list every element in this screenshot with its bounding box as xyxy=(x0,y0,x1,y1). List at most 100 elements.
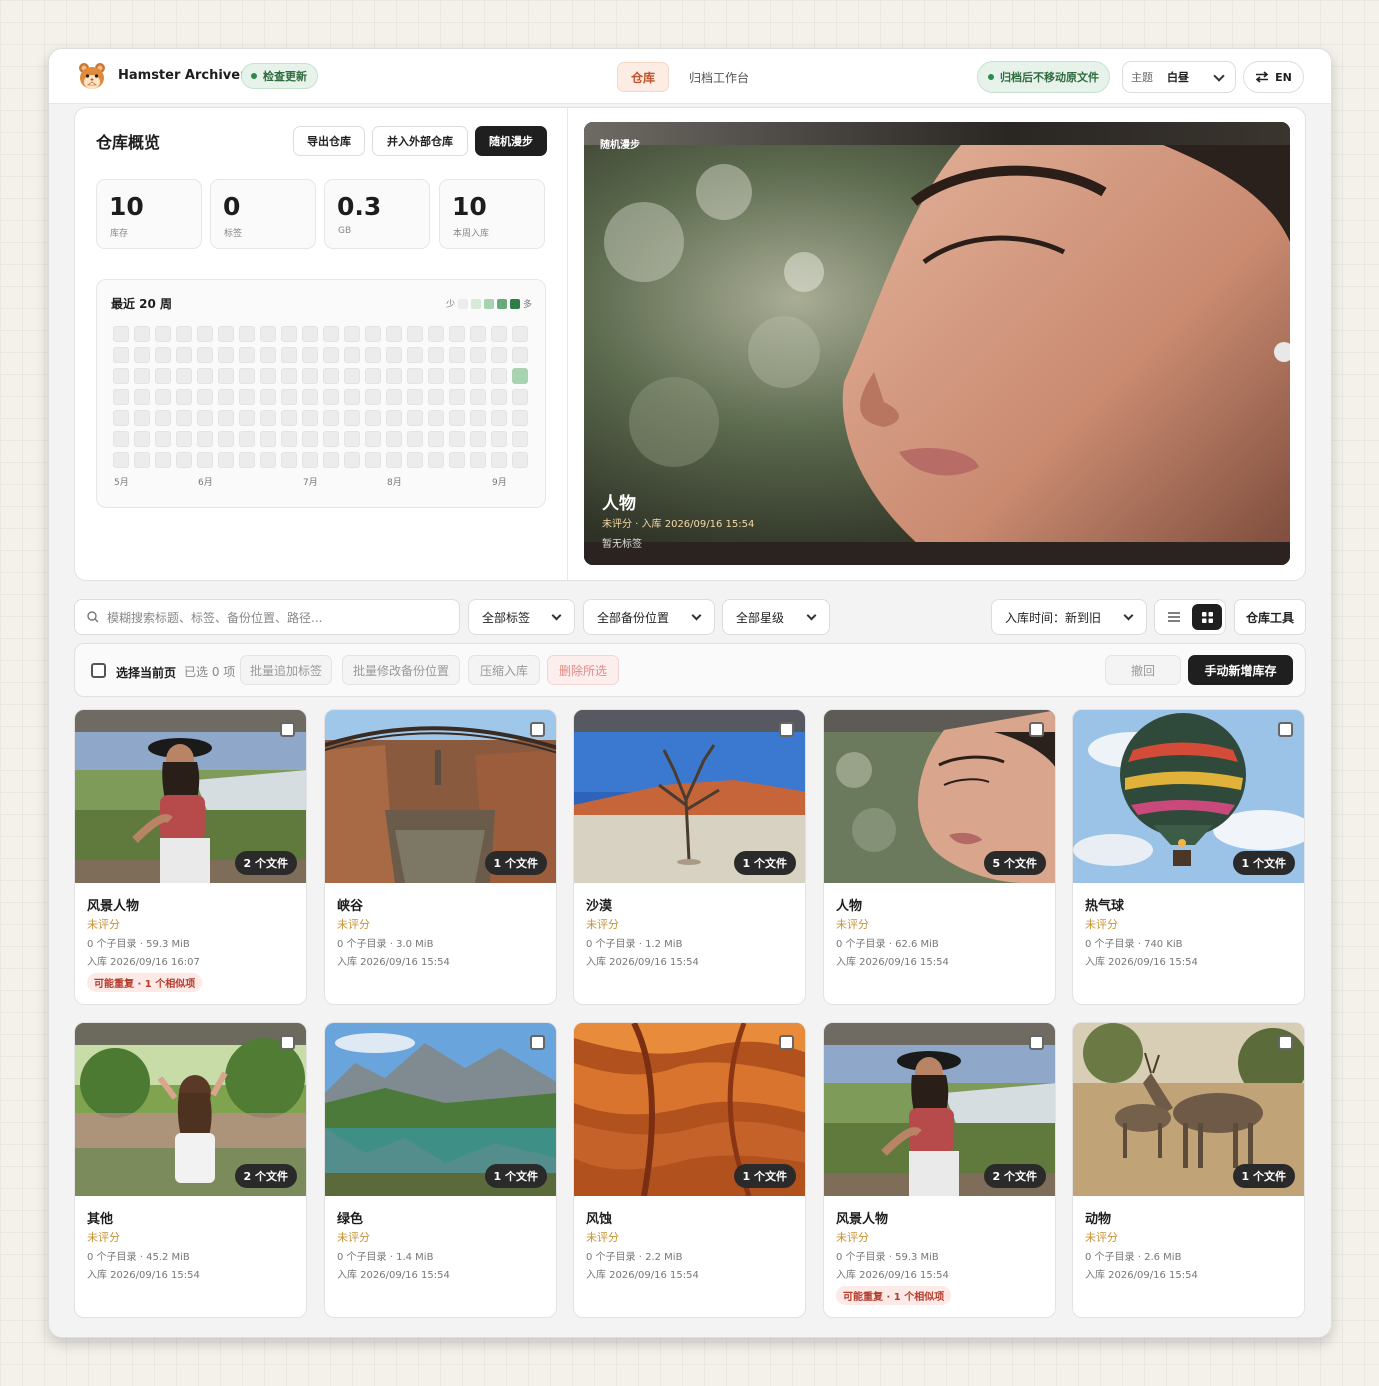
random-walk-image xyxy=(584,122,1290,565)
archive-card[interactable]: 2 个文件 风景人物 未评分 0 个子目录 · 59.3 MiB 入库 2026/09/… xyxy=(823,1022,1056,1318)
stat-value: 10 xyxy=(452,192,487,221)
heatmap-cell xyxy=(155,368,171,384)
card-select-checkbox[interactable] xyxy=(280,722,295,737)
heatmap-cell xyxy=(470,452,486,468)
theme-select[interactable]: 主题 白昼 xyxy=(1122,61,1236,93)
heatmap-cell xyxy=(470,368,486,384)
card-title: 其他 xyxy=(87,1212,114,1227)
grid-view-button[interactable] xyxy=(1192,604,1222,630)
card-select-checkbox[interactable] xyxy=(779,1035,794,1050)
delete-selected-button[interactable]: 删除所选 xyxy=(547,655,619,685)
heatmap-title: 最近 20 周 xyxy=(111,297,173,311)
tag-filter-select[interactable]: 全部标签 xyxy=(468,599,575,635)
chevron-down-icon xyxy=(1123,610,1134,621)
rating-filter-select[interactable]: 全部星级 xyxy=(722,599,830,635)
add-manual-button[interactable]: 手动新增库存 xyxy=(1188,655,1293,685)
heatmap-cell xyxy=(281,326,297,342)
undo-button[interactable]: 撤回 xyxy=(1105,655,1181,685)
card-select-checkbox[interactable] xyxy=(1029,1035,1044,1050)
archive-card[interactable]: 1 个文件 热气球 未评分 0 个子目录 · 740 KiB 入库 2026/09/16… xyxy=(1072,709,1305,1005)
hero-bottom-band xyxy=(584,542,1290,565)
heatmap-cell xyxy=(428,368,444,384)
heatmap-cell xyxy=(281,368,297,384)
card-select-checkbox[interactable] xyxy=(1278,1035,1293,1050)
heatmap-cell xyxy=(134,326,150,342)
card-select-checkbox[interactable] xyxy=(530,1035,545,1050)
list-view-button[interactable] xyxy=(1161,604,1187,630)
search-icon xyxy=(87,611,99,623)
heatmap-cell xyxy=(491,368,507,384)
archive-card[interactable]: 1 个文件 沙漠 未评分 0 个子目录 · 1.2 MiB 入库 2026/09/16 … xyxy=(573,709,806,1005)
archive-card[interactable]: 1 个文件 风蚀 未评分 0 个子目录 · 2.2 MiB 入库 2026/09/16 … xyxy=(573,1022,806,1318)
merge-external-button[interactable]: 并入外部仓库 xyxy=(372,126,468,156)
card-title: 热气球 xyxy=(1085,899,1125,914)
heatmap-cell xyxy=(344,368,360,384)
card-date: 入库 2026/09/16 15:54 xyxy=(836,1270,949,1281)
tab-archive-workbench[interactable]: 归档工作台 xyxy=(679,62,759,92)
random-walk-preview[interactable]: 随机漫步 人物 未评分 · 入库 2026/09/16 15:54 暂无标签 xyxy=(584,122,1290,565)
bulk-edit-backup-button[interactable]: 批量修改备份位置 xyxy=(342,655,460,685)
heatmap-cell xyxy=(428,389,444,405)
heatmap-grid xyxy=(113,326,528,468)
random-walk-button[interactable]: 随机漫步 xyxy=(475,126,547,156)
card-select-checkbox[interactable] xyxy=(1278,722,1293,737)
tab-repository[interactable]: 仓库 xyxy=(617,62,669,92)
export-repo-button[interactable]: 导出仓库 xyxy=(293,126,365,156)
heatmap-cell xyxy=(260,410,276,426)
heatmap-cell xyxy=(197,452,213,468)
archive-card[interactable]: 2 个文件 其他 未评分 0 个子目录 · 45.2 MiB 入库 2026/09/16… xyxy=(74,1022,307,1318)
heatmap-cell xyxy=(239,347,255,363)
heatmap-cell xyxy=(512,431,528,447)
stat-label: 标签 xyxy=(224,229,243,239)
heatmap-cell xyxy=(113,410,129,426)
no-move-toggle[interactable]: 归档后不移动原文件 xyxy=(977,61,1110,93)
duplicate-badge[interactable]: 可能重复 · 1 个相似项 xyxy=(87,973,203,992)
month-label: 7月 xyxy=(303,478,318,488)
heatmap-cell xyxy=(113,452,129,468)
card-select-checkbox[interactable] xyxy=(779,722,794,737)
select-page-checkbox[interactable] xyxy=(91,663,106,678)
heatmap-cell xyxy=(512,368,528,384)
bulk-add-tags-button[interactable]: 批量追加标签 xyxy=(240,655,332,685)
legend-swatch xyxy=(470,298,481,309)
compress-button[interactable]: 压缩入库 xyxy=(468,655,540,685)
heatmap-cell xyxy=(260,452,276,468)
random-walk-title: 人物 xyxy=(602,494,636,514)
overview-title: 仓库概览 xyxy=(96,133,161,152)
heatmap-cell xyxy=(491,410,507,426)
chevron-down-icon xyxy=(551,610,562,621)
card-rating: 未评分 xyxy=(836,1231,869,1244)
heatmap-cell xyxy=(176,326,192,342)
heatmap-cell xyxy=(302,368,318,384)
heatmap-cell xyxy=(386,410,402,426)
stat-value: 0 xyxy=(223,192,241,221)
heatmap-cell xyxy=(470,389,486,405)
search-input[interactable]: 模糊搜索标题、标签、备份位置、路径... xyxy=(74,599,460,635)
heatmap-cell xyxy=(281,452,297,468)
check-update-button[interactable]: 检查更新 xyxy=(241,63,318,89)
duplicate-badge[interactable]: 可能重复 · 1 个相似项 xyxy=(836,1286,952,1305)
card-select-checkbox[interactable] xyxy=(280,1035,295,1050)
heatmap-cell xyxy=(512,410,528,426)
archive-card[interactable]: 1 个文件 绿色 未评分 0 个子目录 · 1.4 MiB 入库 2026/09/16 … xyxy=(324,1022,557,1318)
heatmap-cell xyxy=(218,452,234,468)
heatmap-cell xyxy=(113,389,129,405)
heatmap-cell xyxy=(344,410,360,426)
heatmap-cell xyxy=(449,326,465,342)
card-select-checkbox[interactable] xyxy=(530,722,545,737)
heatmap-cell xyxy=(239,431,255,447)
card-rating: 未评分 xyxy=(1085,918,1118,931)
archive-card[interactable]: 1 个文件 峡谷 未评分 0 个子目录 · 3.0 MiB 入库 2026/09/16 … xyxy=(324,709,557,1005)
card-select-checkbox[interactable] xyxy=(1029,722,1044,737)
archive-card[interactable]: 5 个文件 人物 未评分 0 个子目录 · 62.6 MiB 入库 2026/09/16… xyxy=(823,709,1056,1005)
archive-card[interactable]: 2 个文件 风景人物 未评分 0 个子目录 · 59.3 MiB 入库 2026/09/… xyxy=(74,709,307,1005)
archive-card[interactable]: 1 个文件 动物 未评分 0 个子目录 · 2.6 MiB 入库 2026/09/16 … xyxy=(1072,1022,1305,1318)
sort-select[interactable]: 入库时间：新到旧 xyxy=(991,599,1147,635)
repo-tools-button[interactable]: 仓库工具 xyxy=(1234,599,1306,635)
heatmap-cell xyxy=(407,347,423,363)
heatmap-cell xyxy=(218,389,234,405)
card-rating: 未评分 xyxy=(1085,1231,1118,1244)
language-toggle-button[interactable]: EN xyxy=(1243,61,1304,93)
backup-filter-select[interactable]: 全部备份位置 xyxy=(583,599,715,635)
heatmap-cell xyxy=(155,452,171,468)
